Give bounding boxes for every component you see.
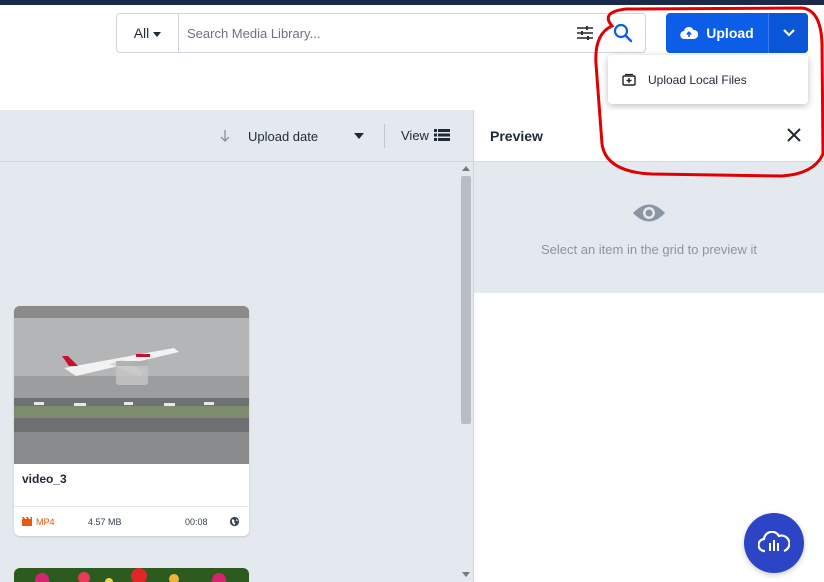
preview-empty-state: Select an item in the grid to preview it (474, 162, 824, 293)
search-scope-label: All (133, 25, 150, 41)
format-label: MP4 (36, 516, 55, 527)
grid-scrollbar[interactable] (459, 162, 473, 582)
chevron-down-icon (782, 29, 795, 37)
thumbnail-top-band (14, 306, 249, 318)
close-icon[interactable] (786, 127, 802, 143)
preview-header: Preview (474, 110, 824, 162)
upload-menu-item-label: Upload Local Files (648, 72, 747, 87)
search-icon (613, 23, 633, 43)
top-strip (0, 0, 824, 5)
sort-select[interactable]: Upload date (248, 129, 318, 144)
scroll-up-arrow-icon[interactable] (462, 166, 470, 171)
media-grid: video_3 MP4 4.57 MB 00:08 (0, 162, 473, 582)
media-card-title: video_3 (22, 472, 67, 486)
upload-button[interactable]: Upload (666, 13, 768, 53)
file-size: 4.57 MB (88, 516, 122, 527)
media-card-meta: MP4 4.57 MB 00:08 (14, 506, 249, 536)
search-input[interactable] (179, 14, 573, 52)
search-bar: All (116, 13, 646, 53)
clapperboard-icon (22, 517, 32, 526)
search-button[interactable] (605, 15, 641, 51)
caret-down-icon (153, 31, 162, 37)
grid-toolbar: Upload date View (0, 110, 473, 162)
scroll-down-arrow-icon[interactable] (462, 572, 470, 577)
preview-empty-message: Select an item in the grid to preview it (540, 242, 758, 257)
format-badge: MP4 (22, 517, 55, 527)
preview-title: Preview (490, 128, 543, 144)
scroll-thumb[interactable] (461, 176, 471, 424)
eye-icon (633, 204, 665, 222)
globe-icon (229, 516, 240, 527)
help-fab-button[interactable] (744, 513, 804, 573)
cloud-upload-icon (680, 26, 699, 40)
list-view-icon[interactable] (434, 128, 450, 142)
upload-dropdown-toggle[interactable] (768, 13, 808, 53)
upload-button-label: Upload (706, 25, 754, 41)
view-toggle[interactable]: View (401, 128, 429, 143)
duration: 00:08 (185, 516, 208, 527)
video-thumbnail (14, 306, 249, 464)
upload-button-group: Upload (666, 13, 808, 53)
media-card[interactable]: video_3 MP4 4.57 MB 00:08 (14, 306, 249, 536)
media-card[interactable] (14, 568, 249, 582)
caret-down-icon[interactable] (354, 133, 364, 139)
upload-file-icon (622, 73, 636, 86)
sort-direction-icon[interactable] (218, 128, 232, 144)
toolbar-divider (384, 124, 385, 148)
filter-sliders-icon[interactable] (573, 21, 597, 45)
flower-thumbnail (14, 568, 249, 582)
upload-menu-item-local-files[interactable]: Upload Local Files (608, 55, 808, 104)
search-scope-select[interactable]: All (117, 14, 179, 52)
cloud-logo-icon (758, 531, 790, 553)
